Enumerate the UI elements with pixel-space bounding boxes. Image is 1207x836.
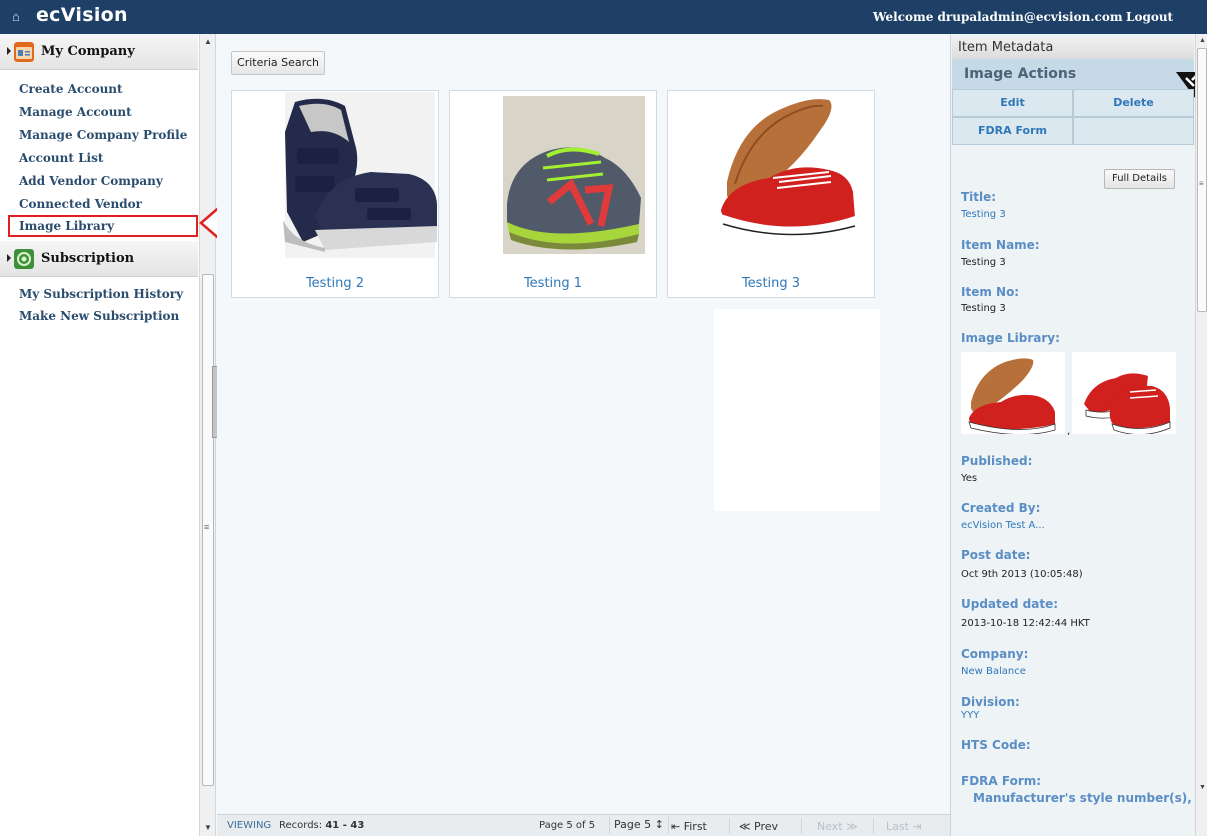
scroll-down-arrow-icon[interactable]: ▼ xyxy=(1199,784,1206,791)
sidebar-item-manage-company-profile[interactable]: Manage Company Profile xyxy=(8,124,198,146)
sidebar: My Company Create Account Manage Account… xyxy=(0,34,216,836)
page-of-label: Page 5 of 5 xyxy=(539,820,596,831)
created-by-label: Created By: xyxy=(961,501,1041,515)
card-title[interactable]: Testing 1 xyxy=(450,276,656,291)
card-title[interactable]: Testing 3 xyxy=(668,276,874,291)
library-thumbnail[interactable] xyxy=(961,352,1065,434)
panel-scrollbar[interactable]: ▲ ≡ ▼ xyxy=(1195,34,1207,836)
section-my-company[interactable]: My Company xyxy=(0,34,198,70)
item-name-value: Testing 3 xyxy=(961,257,1006,268)
full-details-button[interactable]: Full Details xyxy=(1104,169,1175,189)
image-library-label: Image Library: xyxy=(961,331,1060,345)
panel-title: Item Metadata xyxy=(952,37,1194,59)
item-metadata-panel: Item Metadata Image Actions Edit Delete … xyxy=(950,34,1207,836)
pager-separator xyxy=(729,818,730,834)
company-label: Company: xyxy=(961,647,1029,661)
page-select-value: Page 5 xyxy=(614,818,652,831)
image-card[interactable]: Testing 1 xyxy=(449,90,657,298)
scroll-grip-icon: ≡ xyxy=(1199,179,1204,188)
hts-code-label: HTS Code: xyxy=(961,738,1031,752)
top-bar: ⌂ ecVision Welcome drupaladmin@ecvision.… xyxy=(0,0,1207,34)
app-logo[interactable]: ecVision xyxy=(36,4,128,26)
empty-preview-box xyxy=(714,309,880,511)
library-thumbnail[interactable] xyxy=(1072,352,1176,434)
pager-separator xyxy=(873,818,874,834)
prev-page-icon: ≪ xyxy=(739,820,751,833)
pager-bar: VIEWING Records: 41 - 43 Page 5 of 5 Pag… xyxy=(217,814,950,836)
scroll-down-arrow-icon[interactable]: ▼ xyxy=(204,823,212,832)
title-label: Title: xyxy=(961,190,997,204)
fdra-form-button[interactable]: FDRA Form xyxy=(952,117,1073,145)
edit-button[interactable]: Edit xyxy=(952,89,1073,117)
shoe-image xyxy=(669,92,873,258)
prev-page-button[interactable]: ≪ Prev xyxy=(739,820,778,833)
sidebar-item-new-subscription[interactable]: Make New Subscription xyxy=(8,305,198,327)
image-card[interactable]: Testing 3 xyxy=(667,90,875,298)
viewing-label: VIEWING xyxy=(227,820,272,831)
first-label: First xyxy=(683,820,707,833)
select-arrows-icon: ↕ xyxy=(654,818,664,831)
image-library-grid: Criteria Search Testing 2 Testing 1 Test… xyxy=(217,34,950,836)
pager-separator xyxy=(801,818,802,834)
home-icon[interactable]: ⌂ xyxy=(12,9,20,24)
first-page-icon: ⇤ xyxy=(671,820,681,833)
subscription-icon xyxy=(14,249,34,269)
first-page-button[interactable]: ⇤ First xyxy=(671,820,707,833)
sidebar-item-add-vendor-company[interactable]: Add Vendor Company xyxy=(8,170,198,192)
empty-action-slot xyxy=(1073,117,1194,145)
fdra-form-label: FDRA Form: xyxy=(961,774,1042,788)
records-info: Records: 41 - 43 xyxy=(279,820,364,831)
next-label: Next xyxy=(817,820,843,833)
company-icon xyxy=(14,42,34,62)
last-page-icon: ⇥ xyxy=(912,820,922,833)
post-date-label: Post date: xyxy=(961,548,1031,562)
expand-caret-icon[interactable] xyxy=(7,254,11,262)
scroll-up-arrow-icon[interactable]: ▲ xyxy=(204,37,212,46)
criteria-search-button[interactable]: Criteria Search xyxy=(231,51,325,75)
thumbnail-separator: , xyxy=(1067,426,1071,437)
updated-date-label: Updated date: xyxy=(961,597,1059,611)
delete-button[interactable]: Delete xyxy=(1073,89,1194,117)
image-actions-header: Image Actions xyxy=(952,59,1194,89)
sidebar-item-create-account[interactable]: Create Account xyxy=(8,78,198,100)
welcome-text: Welcome drupaladmin@ecvision.com xyxy=(873,10,1123,24)
sidebar-item-account-list[interactable]: Account List xyxy=(8,147,198,169)
logout-link[interactable]: Logout xyxy=(1126,10,1173,24)
post-date-value: Oct 9th 2013 (10:05:48) xyxy=(961,569,1083,580)
page-select[interactable]: Page 5 ↕ xyxy=(609,817,669,834)
sidebar-item-image-library[interactable]: Image Library xyxy=(8,215,198,237)
published-label: Published: xyxy=(961,454,1033,468)
expand-caret-icon[interactable] xyxy=(7,47,11,55)
section-title: My Company xyxy=(41,44,135,59)
card-title[interactable]: Testing 2 xyxy=(232,276,438,291)
next-page-button[interactable]: Next ≫ xyxy=(817,820,858,833)
scroll-grip-icon: ≡ xyxy=(204,522,210,532)
published-value: Yes xyxy=(961,473,978,484)
scroll-up-arrow-icon[interactable]: ▲ xyxy=(1199,37,1206,44)
sidebar-item-connected-vendor[interactable]: Connected Vendor xyxy=(8,193,198,215)
item-name-label: Item Name: xyxy=(961,238,1040,252)
last-label: Last xyxy=(886,820,909,833)
title-value[interactable]: Testing 3 xyxy=(961,209,1006,220)
item-no-label: Item No: xyxy=(961,285,1020,299)
shoe-image xyxy=(451,92,655,258)
records-label: Records: xyxy=(279,820,323,831)
created-by-value[interactable]: ecVision Test A... xyxy=(961,520,1045,531)
next-page-icon: ≫ xyxy=(846,820,858,833)
item-no-value: Testing 3 xyxy=(961,303,1006,314)
records-range: 41 - 43 xyxy=(325,820,365,831)
last-page-button[interactable]: Last ⇥ xyxy=(886,820,922,833)
fdra-form-value: Manufacturer's style number(s), xyxy=(973,791,1192,805)
shoe-image xyxy=(233,92,437,258)
division-value[interactable]: YYY xyxy=(961,710,979,721)
image-card[interactable]: Testing 2 xyxy=(231,90,439,298)
updated-date-value: 2013-10-18 12:42:44 HKT xyxy=(961,618,1090,629)
sidebar-item-subscription-history[interactable]: My Subscription History xyxy=(8,283,198,305)
prev-label: Prev xyxy=(754,820,779,833)
sidebar-item-manage-account[interactable]: Manage Account xyxy=(8,101,198,123)
company-value[interactable]: New Balance xyxy=(961,666,1026,677)
section-subscription[interactable]: Subscription xyxy=(0,241,198,277)
division-label: Division: xyxy=(961,695,1020,709)
section-title: Subscription xyxy=(41,251,135,266)
